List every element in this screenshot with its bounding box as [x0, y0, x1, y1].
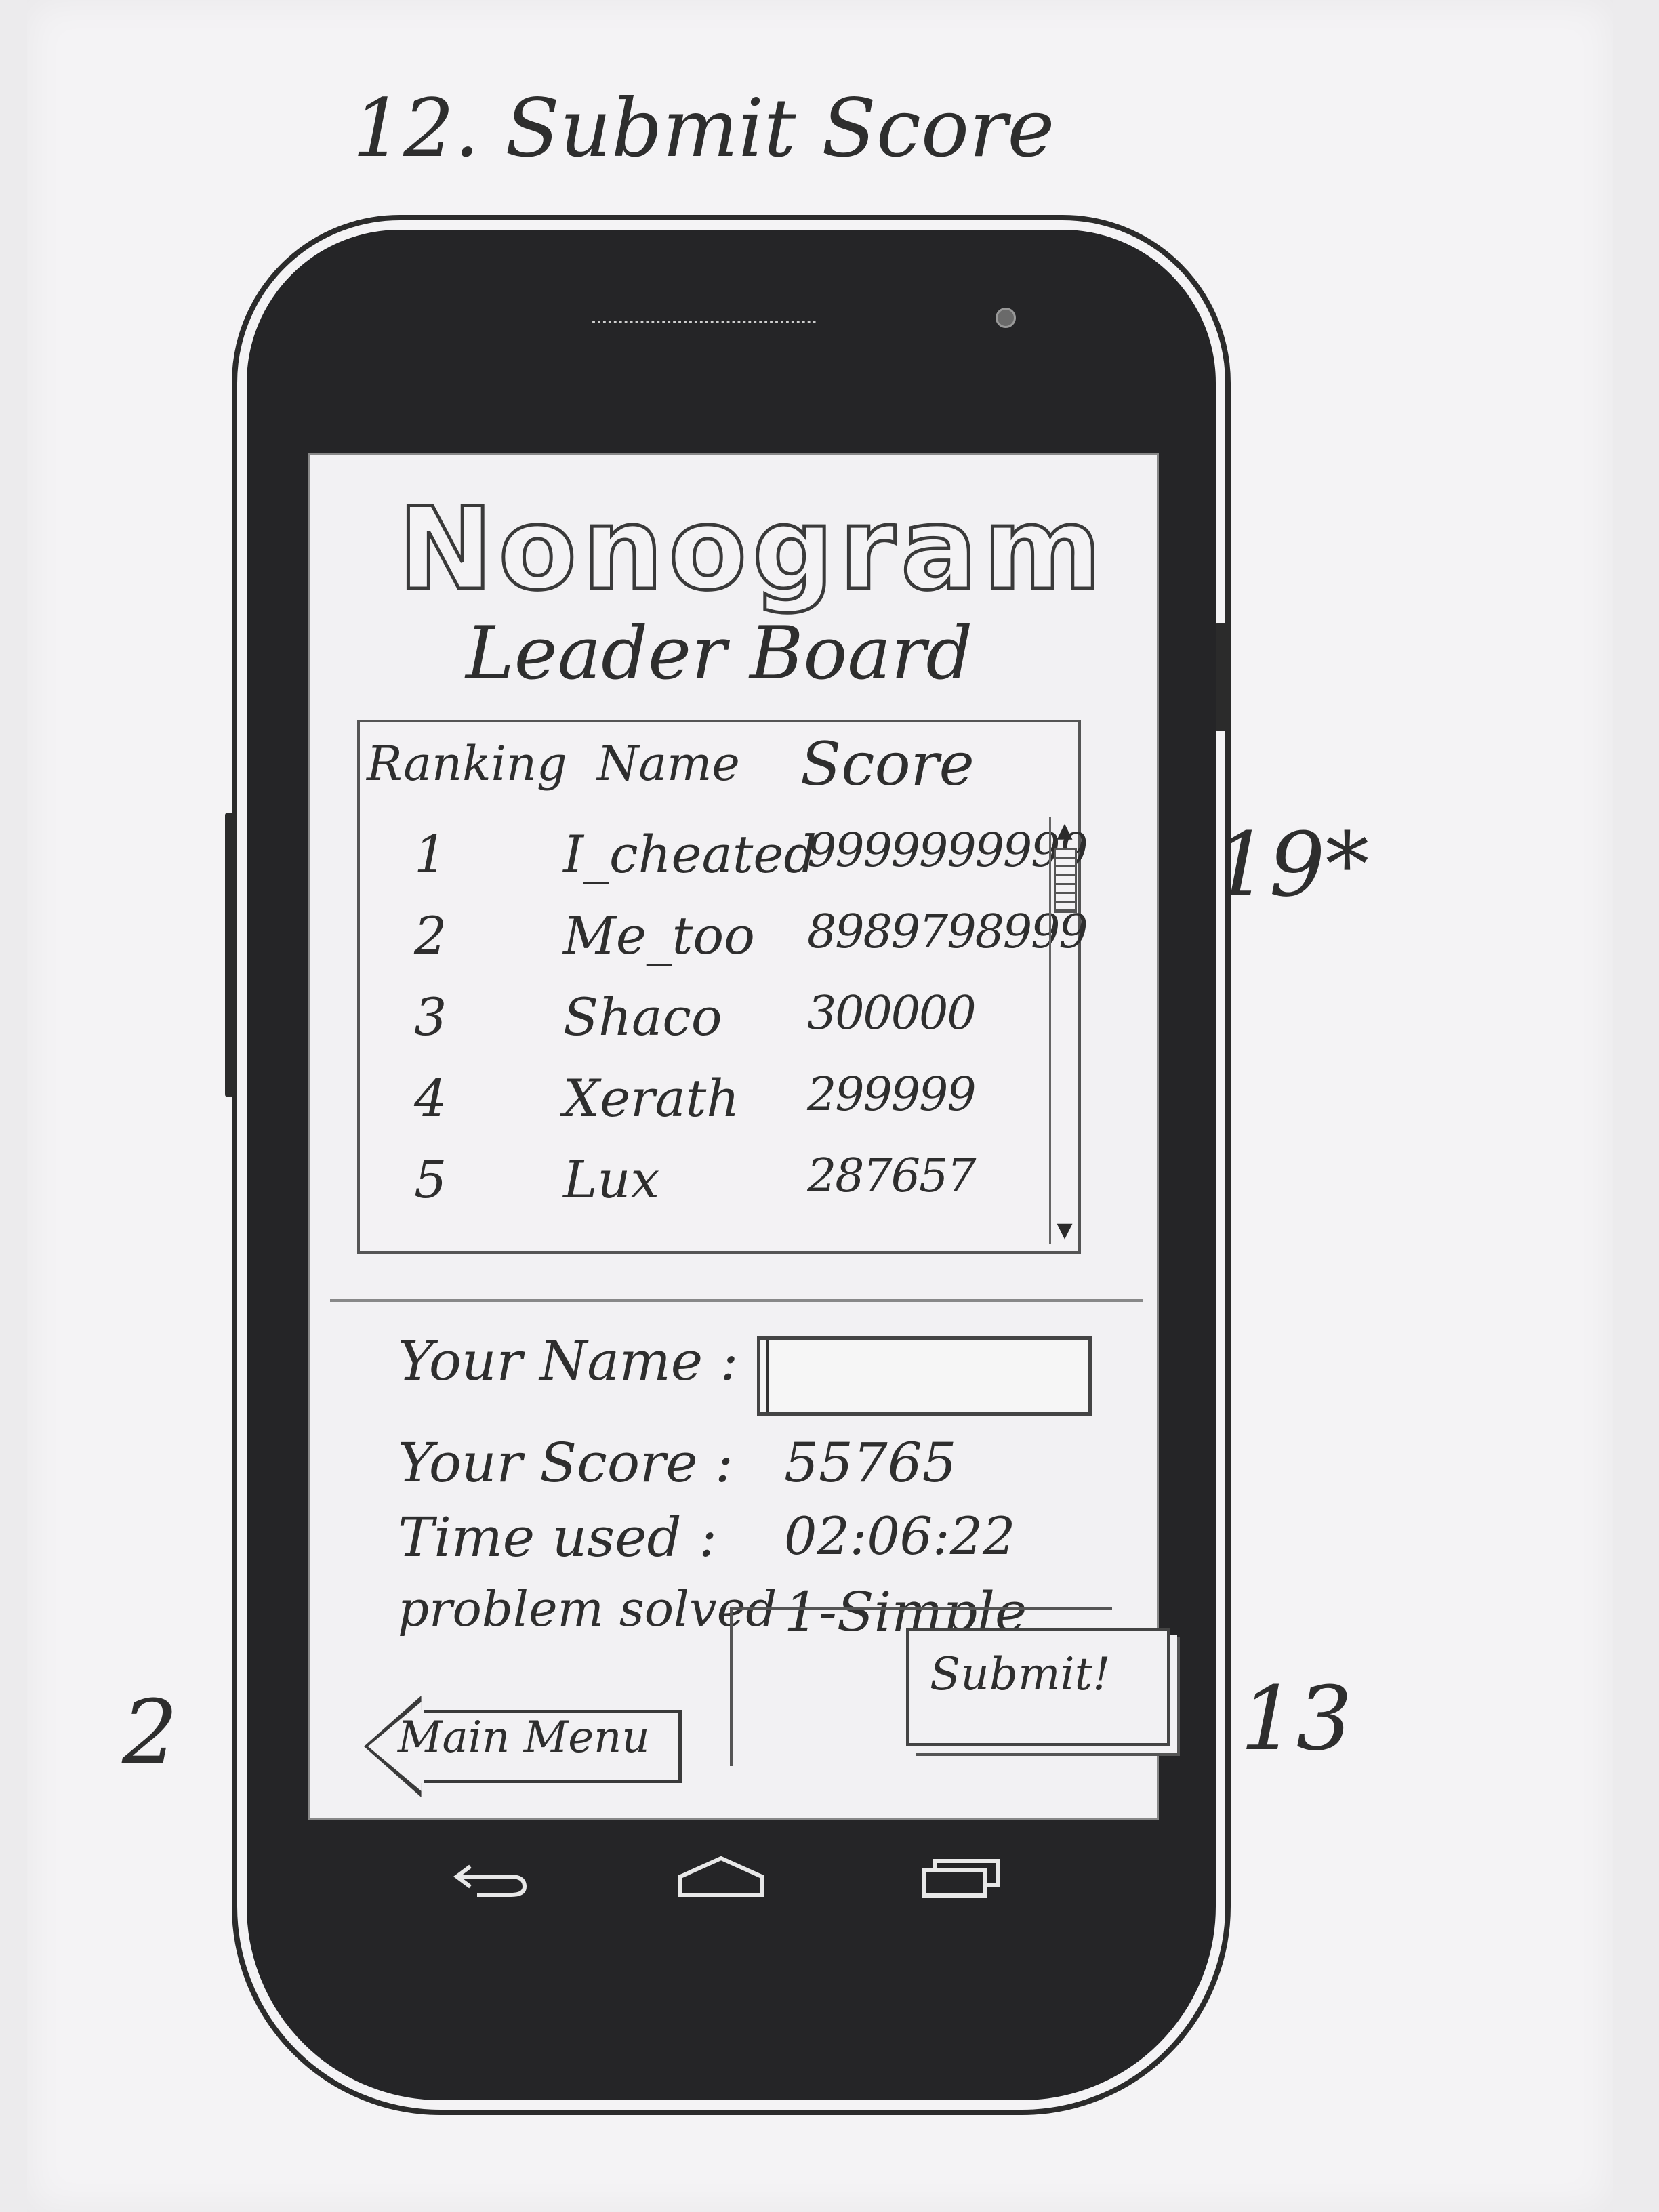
row-score: 8989798999 [807, 905, 1088, 959]
phone-frame: Nonogram Leader Board Ranking Name Score… [225, 215, 1231, 2115]
row-rank: 1 [414, 824, 447, 884]
volume-key [225, 813, 237, 1097]
note-right-bottom: 13 [1240, 1667, 1353, 1770]
leaderboard-table: Ranking Name Score 1 I_cheated 999999999… [357, 720, 1088, 1254]
table-row: 2 Me_too 8989798999 [360, 905, 1088, 987]
speaker-grille [592, 311, 816, 323]
time-value: 02:06:22 [784, 1506, 1016, 1566]
name-label: Your Name : [398, 1330, 739, 1393]
column-header-score: Score [800, 729, 975, 799]
submit-label: Submit! [930, 1648, 1111, 1700]
score-label: Your Score : [398, 1431, 733, 1494]
column-header-name: Name [597, 736, 740, 792]
table-row: 3 Shaco 300000 [360, 987, 1044, 1068]
scroll-up-icon[interactable]: ▲ [1051, 817, 1078, 844]
row-name: Xerath [563, 1068, 740, 1128]
main-menu-label[interactable]: Main Menu [398, 1713, 650, 1763]
row-name: I_cheated [563, 824, 817, 884]
time-label: Time used : [398, 1506, 718, 1569]
sheet-title: 12. Submit Score [352, 81, 1055, 175]
scroll-thumb[interactable] [1054, 848, 1077, 913]
row-name: Shaco [563, 987, 722, 1047]
scroll-down-icon[interactable]: ▼ [1051, 1217, 1078, 1244]
table-header: Ranking Name Score [360, 729, 1078, 811]
table-row: 5 Lux 287657 [360, 1149, 1044, 1231]
row-name: Me_too [563, 905, 755, 966]
note-right: 19* [1213, 813, 1370, 916]
app-title: Nonogram [396, 481, 1107, 617]
app-subtitle: Leader Board [466, 611, 973, 696]
submit-button[interactable]: Submit! [906, 1628, 1170, 1746]
column-header-ranking: Ranking [367, 736, 567, 792]
row-score: 300000 [807, 987, 977, 1040]
row-rank: 3 [414, 987, 447, 1047]
row-score: 299999 [807, 1068, 977, 1122]
row-name: Lux [563, 1149, 660, 1210]
table-row: 1 I_cheated 9999999999 [360, 824, 1088, 905]
row-score: 287657 [807, 1149, 977, 1203]
row-score: 9999999999 [807, 824, 1088, 878]
screen: Nonogram Leader Board Ranking Name Score… [308, 453, 1170, 1820]
power-key [1216, 623, 1228, 731]
recent-apps-icon[interactable] [918, 1853, 1006, 1900]
score-value: 55765 [784, 1431, 957, 1494]
table-rows[interactable]: 1 I_cheated 9999999999 2 Me_too 89897989… [360, 824, 1088, 1244]
row-rank: 5 [414, 1149, 447, 1210]
row-rank: 2 [414, 905, 447, 966]
row-rank: 4 [414, 1068, 447, 1128]
name-input[interactable] [757, 1336, 1092, 1416]
note-left-bottom: 2 [122, 1681, 178, 1784]
table-scrollbar[interactable]: ▲ ▼ [1049, 817, 1078, 1244]
home-icon[interactable] [674, 1853, 769, 1900]
front-camera [996, 308, 1016, 328]
section-divider [330, 1299, 1143, 1302]
table-row: 4 Xerath 299999 [360, 1068, 1044, 1149]
back-icon[interactable] [450, 1853, 531, 1900]
